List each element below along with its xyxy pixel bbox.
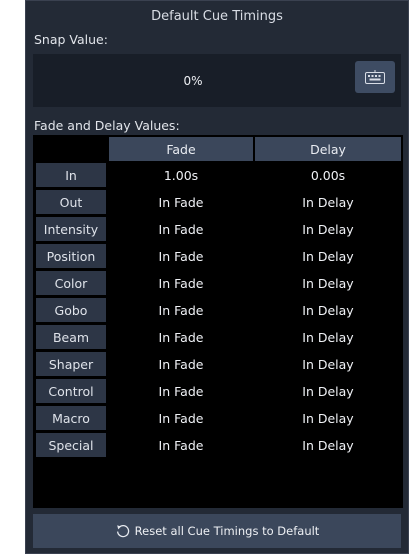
row-label-in[interactable]: In [36, 163, 106, 187]
fade-cell[interactable]: 1.00s [109, 163, 253, 187]
table-row: Special In Fade In Delay [33, 433, 403, 457]
delay-cell[interactable]: In Delay [255, 325, 401, 349]
table-row: Shaper In Fade In Delay [33, 352, 403, 376]
delay-cell[interactable]: In Delay [255, 352, 401, 376]
row-label-macro[interactable]: Macro [36, 406, 106, 430]
fade-cell[interactable]: In Fade [109, 190, 253, 214]
fade-cell[interactable]: In Fade [109, 379, 253, 403]
row-label-beam[interactable]: Beam [36, 325, 106, 349]
fade-cell[interactable]: In Fade [109, 244, 253, 268]
row-label-position[interactable]: Position [36, 244, 106, 268]
delay-cell[interactable]: In Delay [255, 298, 401, 322]
reset-timings-button[interactable]: Reset all Cue Timings to Default [33, 514, 401, 548]
column-header-fade[interactable]: Fade [109, 137, 253, 161]
row-label-special[interactable]: Special [36, 433, 106, 457]
fade-cell[interactable]: In Fade [109, 352, 253, 376]
fade-delay-label: Fade and Delay Values: [34, 118, 180, 133]
delay-cell[interactable]: In Delay [255, 406, 401, 430]
fade-cell[interactable]: In Fade [109, 271, 253, 295]
delay-cell[interactable]: In Delay [255, 244, 401, 268]
row-label-shaper[interactable]: Shaper [36, 352, 106, 376]
table-row: Beam In Fade In Delay [33, 325, 403, 349]
reset-arrow-icon [115, 523, 131, 539]
delay-cell[interactable]: In Delay [255, 379, 401, 403]
row-label-out[interactable]: Out [36, 190, 106, 214]
fade-cell[interactable]: In Fade [109, 433, 253, 457]
table-row: In 1.00s 0.00s [33, 163, 403, 187]
fade-delay-table: Fade Delay In 1.00s 0.00s Out In Fade In… [33, 135, 403, 508]
delay-cell[interactable]: 0.00s [255, 163, 401, 187]
table-row: Out In Fade In Delay [33, 190, 403, 214]
delay-cell[interactable]: In Delay [255, 433, 401, 457]
snap-value-field[interactable]: 0% [33, 54, 353, 107]
row-label-intensity[interactable]: Intensity [36, 217, 106, 241]
table-row: Intensity In Fade In Delay [33, 217, 403, 241]
delay-cell[interactable]: In Delay [255, 217, 401, 241]
table-row: Gobo In Fade In Delay [33, 298, 403, 322]
keyboard-icon [365, 70, 385, 84]
fade-cell[interactable]: In Fade [109, 298, 253, 322]
cue-timings-panel: Default Cue Timings Snap Value: 0% Fade … [25, 0, 409, 554]
keyboard-button[interactable] [355, 61, 395, 93]
table-row: Macro In Fade In Delay [33, 406, 403, 430]
fade-cell[interactable]: In Fade [109, 217, 253, 241]
row-label-gobo[interactable]: Gobo [36, 298, 106, 322]
table-row: Control In Fade In Delay [33, 379, 403, 403]
row-label-color[interactable]: Color [36, 271, 106, 295]
reset-button-label: Reset all Cue Timings to Default [134, 524, 320, 538]
fade-cell[interactable]: In Fade [109, 325, 253, 349]
row-label-control[interactable]: Control [36, 379, 106, 403]
snap-value-label: Snap Value: [34, 32, 108, 47]
column-header-delay[interactable]: Delay [255, 137, 401, 161]
fade-cell[interactable]: In Fade [109, 406, 253, 430]
panel-title: Default Cue Timings [151, 9, 283, 24]
table-row: Color In Fade In Delay [33, 271, 403, 295]
delay-cell[interactable]: In Delay [255, 271, 401, 295]
snap-value-box: 0% [33, 54, 401, 107]
table-row: Position In Fade In Delay [33, 244, 403, 268]
delay-cell[interactable]: In Delay [255, 190, 401, 214]
